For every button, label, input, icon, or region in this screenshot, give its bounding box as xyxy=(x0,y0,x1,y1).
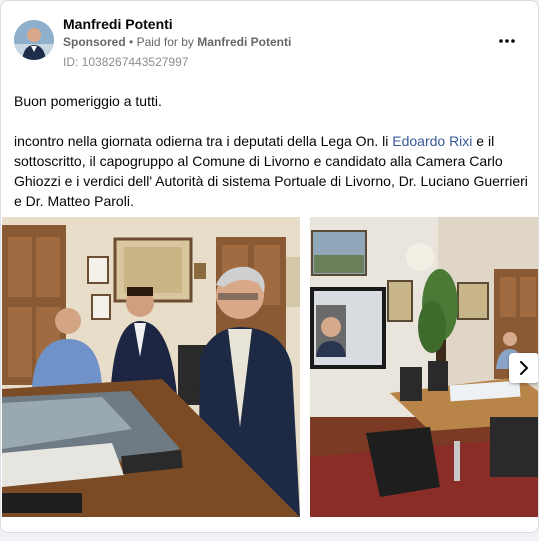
ad-post-card: Manfredi Potenti Sponsored • Paid for by… xyxy=(0,0,539,533)
separator-dot: • xyxy=(129,35,134,49)
tagged-person-link[interactable]: Edoardo Rixi xyxy=(392,133,472,149)
post-photo-1[interactable] xyxy=(2,217,300,517)
post-greeting: Buon pomeriggio a tutti. xyxy=(14,93,162,109)
ad-id: ID: 1038267443527997 xyxy=(63,55,189,69)
post-photo-2[interactable] xyxy=(310,217,538,517)
author-name[interactable]: Manfredi Potenti xyxy=(63,16,173,32)
sponsored-label: Sponsored xyxy=(63,35,126,49)
sponsor-line: Sponsored • Paid for by Manfredi Potenti xyxy=(63,35,291,49)
body-text-part1: incontro nella giornata odierna tra i de… xyxy=(14,133,393,149)
paid-for-name[interactable]: Manfredi Potenti xyxy=(197,35,291,49)
more-dots-icon xyxy=(499,39,515,43)
carousel-next-button[interactable] xyxy=(509,353,538,383)
chevron-right-icon xyxy=(520,361,529,375)
paid-for-prefix: Paid for by xyxy=(136,35,194,49)
author-avatar[interactable] xyxy=(14,20,54,60)
more-options-button[interactable] xyxy=(495,29,519,53)
post-paragraph: incontro nella giornata odierna tra i de… xyxy=(14,131,529,211)
post-body: Buon pomeriggio a tutti. incontro nella … xyxy=(14,91,529,211)
